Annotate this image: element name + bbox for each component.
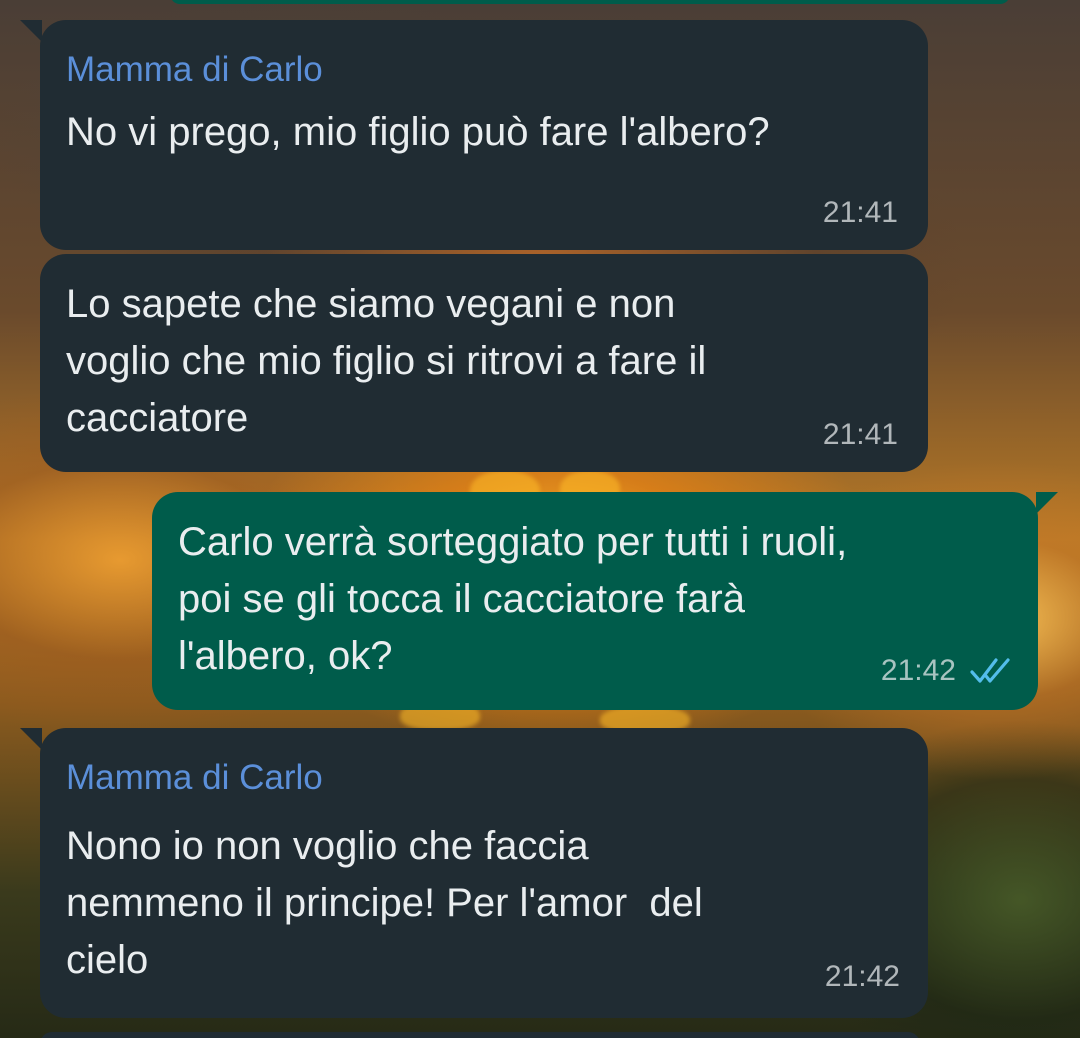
message-time: 21:41 [822,418,898,451]
message-bubble-incoming[interactable]: Mamma di Carlo Nono io non voglio che fa… [40,728,928,1018]
message-text: Nono io non voglio che faccia nemmeno il… [66,824,703,982]
next-message-edge [40,1032,920,1038]
sender-name[interactable]: Mamma di Carlo [66,758,323,798]
message-text: Lo sapete che siamo vegani e non voglio … [66,282,707,440]
sender-name[interactable]: Mamma di Carlo [66,50,323,90]
message-time: 21:41 [822,196,898,229]
double-check-read-icon [970,658,1010,683]
message-text: Carlo verrà sorteggiato per tutti i ruol… [178,520,848,678]
message-time: 21:42 [880,654,956,687]
previous-message-edge [170,0,1010,4]
bubble-tail [20,728,42,750]
message-text: No vi prego, mio figlio può fare l'alber… [66,110,770,154]
message-bubble-incoming[interactable]: Mamma di Carlo No vi prego, mio figlio p… [40,20,928,250]
message-time: 21:42 [824,960,900,993]
bubble-tail [1036,492,1058,514]
bubble-tail [20,20,42,42]
message-bubble-incoming[interactable]: Lo sapete che siamo vegani e non voglio … [40,254,928,472]
message-bubble-outgoing[interactable]: Carlo verrà sorteggiato per tutti i ruol… [152,492,1038,710]
